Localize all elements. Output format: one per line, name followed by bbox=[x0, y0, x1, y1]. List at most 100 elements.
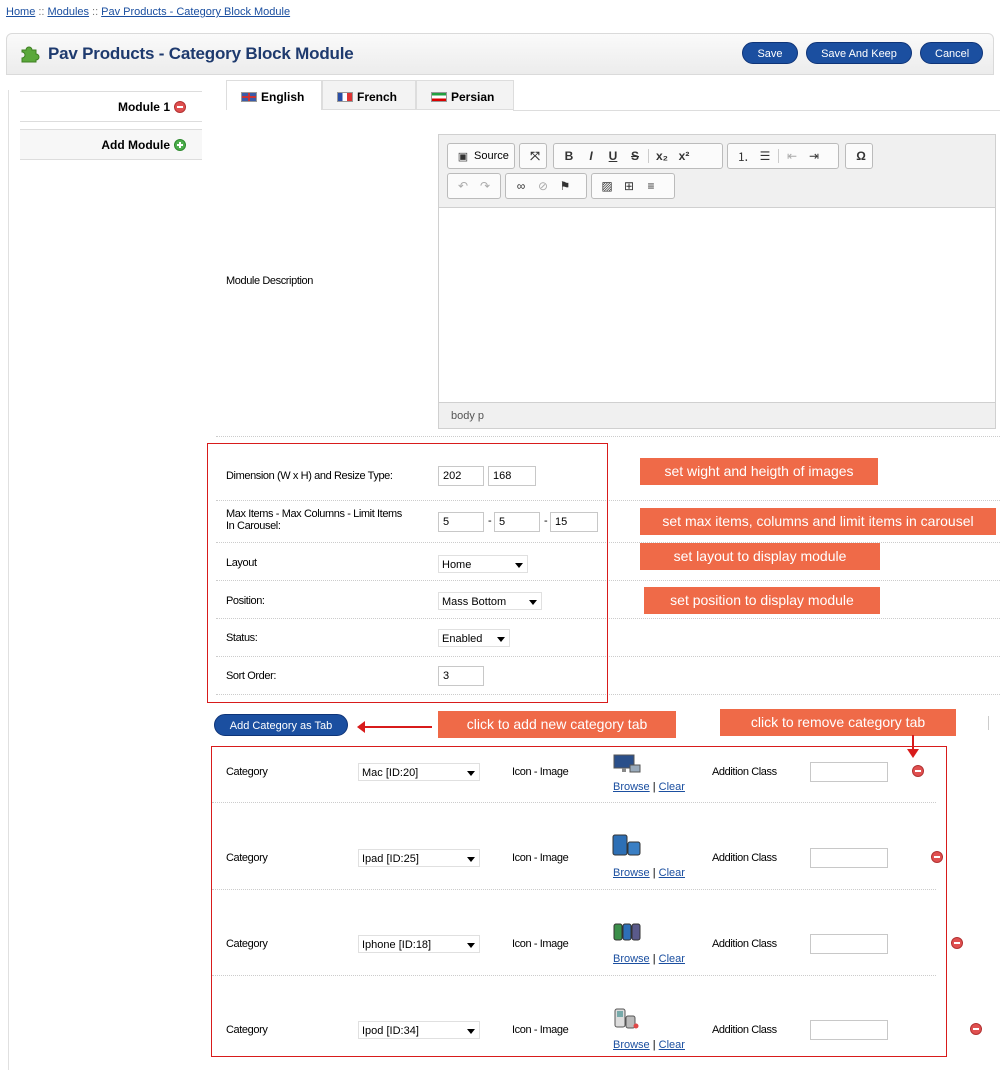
horizontal-rule-icon[interactable]: ≡ bbox=[640, 179, 662, 193]
divider bbox=[212, 889, 936, 890]
tab-divider bbox=[513, 110, 1000, 111]
maximize-button[interactable]: ⤧ bbox=[519, 143, 547, 169]
rich-text-editor[interactable]: ▣ Source ⤧ B I U S x₂ x² ⒈ ☰ ⇤ ⇥ Ω ↶ ↷ ∞ … bbox=[438, 134, 996, 429]
select-value: Ipod [ID:34] bbox=[362, 1025, 419, 1037]
select-value: Ipad [ID:25] bbox=[362, 853, 419, 865]
addition-class-input[interactable] bbox=[810, 762, 888, 782]
category-select[interactable]: Ipad [ID:25] bbox=[358, 849, 480, 867]
anchor-flag-icon[interactable]: ⚑ bbox=[554, 179, 576, 193]
iran-flag-icon bbox=[431, 92, 447, 102]
cancel-button[interactable]: Cancel bbox=[920, 42, 983, 64]
breadcrumb-current[interactable]: Pav Products - Category Block Module bbox=[101, 6, 290, 18]
separator: | bbox=[652, 1039, 656, 1051]
maximize-icon: ⤧ bbox=[530, 148, 540, 163]
addition-class-input[interactable] bbox=[810, 1020, 888, 1040]
france-flag-icon bbox=[337, 92, 353, 102]
divider bbox=[212, 802, 936, 803]
tab-french[interactable]: French bbox=[322, 80, 416, 110]
editor-status-bar: body p bbox=[439, 402, 995, 428]
callout-position: set position to display module bbox=[644, 587, 880, 614]
browse-link[interactable]: Browse bbox=[613, 781, 650, 793]
underline-icon[interactable]: U bbox=[602, 149, 624, 163]
clear-link[interactable]: Clear bbox=[659, 953, 685, 965]
image-links: Browse | Clear bbox=[613, 781, 685, 793]
clear-link[interactable]: Clear bbox=[659, 867, 685, 879]
strikethrough-icon[interactable]: S bbox=[624, 149, 646, 163]
redo-icon[interactable]: ↷ bbox=[474, 179, 496, 193]
image-icon[interactable]: ▨ bbox=[596, 179, 618, 193]
tab-label: Persian bbox=[451, 90, 495, 104]
divider bbox=[988, 716, 989, 730]
category-label: Category bbox=[226, 766, 268, 778]
numbered-list-icon[interactable]: ⒈ bbox=[732, 148, 754, 165]
list-group: ⒈ ☰ ⇤ ⇥ bbox=[727, 143, 839, 169]
separator: | bbox=[652, 953, 656, 965]
clear-link[interactable]: Clear bbox=[659, 781, 685, 793]
page-title: Pav Products - Category Block Module bbox=[48, 44, 354, 63]
link-icon[interactable]: ∞ bbox=[510, 179, 532, 193]
source-label: Source bbox=[474, 150, 509, 162]
outdent-icon[interactable]: ⇤ bbox=[781, 149, 803, 163]
unlink-icon[interactable]: ⊘ bbox=[532, 179, 554, 193]
separator: | bbox=[652, 781, 656, 793]
category-label: Category bbox=[226, 938, 268, 950]
select-value: Iphone [ID:18] bbox=[362, 939, 432, 951]
remove-icon[interactable] bbox=[174, 101, 186, 113]
category-label: Category bbox=[226, 1024, 268, 1036]
save-button[interactable]: Save bbox=[742, 42, 798, 64]
breadcrumb-modules[interactable]: Modules bbox=[47, 6, 89, 18]
browse-link[interactable]: Browse bbox=[613, 867, 650, 879]
sidebar-item-label: Module 1 bbox=[117, 100, 170, 114]
puzzle-icon bbox=[21, 46, 40, 63]
image-links: Browse | Clear bbox=[613, 867, 685, 879]
table-icon[interactable]: ⊞ bbox=[618, 179, 640, 193]
breadcrumb: Home:: Modules:: Pav Products - Category B… bbox=[6, 6, 290, 18]
addition-class-label: Addition Class bbox=[712, 1024, 777, 1036]
superscript-icon[interactable]: x² bbox=[673, 149, 695, 163]
separator bbox=[778, 149, 779, 163]
bold-icon[interactable]: B bbox=[558, 149, 580, 163]
breadcrumb-home[interactable]: Home bbox=[6, 6, 35, 18]
arrow-left-icon bbox=[357, 721, 432, 733]
bulleted-list-icon[interactable]: ☰ bbox=[754, 149, 776, 163]
tab-english[interactable]: English bbox=[226, 80, 322, 110]
format-group: B I U S x₂ x² bbox=[553, 143, 723, 169]
source-icon: ▣ bbox=[457, 150, 469, 163]
category-select[interactable]: Iphone [ID:18] bbox=[358, 935, 480, 953]
callout-dimension: set wight and heigth of images bbox=[640, 458, 878, 485]
tab-persian[interactable]: Persian bbox=[416, 80, 514, 110]
ipod-thumbnail-icon bbox=[614, 1008, 639, 1029]
addition-class-label: Addition Class bbox=[712, 938, 777, 950]
chevron-down-icon bbox=[467, 1029, 475, 1034]
tab-label: French bbox=[357, 90, 398, 104]
category-select[interactable]: Mac [ID:20] bbox=[358, 763, 480, 781]
sidebar-item-module-1[interactable]: Module 1 bbox=[20, 91, 202, 122]
italic-icon[interactable]: I bbox=[580, 149, 602, 163]
save-and-keep-button[interactable]: Save And Keep bbox=[806, 42, 912, 64]
link-group: ∞ ⊘ ⚑ bbox=[505, 173, 587, 199]
addition-class-input[interactable] bbox=[810, 934, 888, 954]
icon-image-label: Icon - Image bbox=[512, 852, 569, 864]
add-icon[interactable] bbox=[174, 139, 186, 151]
editor-toolbar: ▣ Source ⤧ B I U S x₂ x² ⒈ ☰ ⇤ ⇥ Ω ↶ ↷ ∞ … bbox=[439, 135, 995, 208]
subscript-icon[interactable]: x₂ bbox=[651, 149, 673, 163]
breadcrumb-sep: :: bbox=[38, 6, 45, 18]
browse-link[interactable]: Browse bbox=[613, 953, 650, 965]
divider bbox=[212, 975, 936, 976]
remove-category-icon[interactable] bbox=[970, 1023, 983, 1035]
browse-link[interactable]: Browse bbox=[613, 1039, 650, 1051]
add-category-tab-button[interactable]: Add Category as Tab bbox=[214, 714, 348, 736]
sidebar-item-add-module[interactable]: Add Module bbox=[20, 129, 202, 160]
clear-link[interactable]: Clear bbox=[659, 1039, 685, 1051]
undo-icon[interactable]: ↶ bbox=[452, 179, 474, 193]
category-select[interactable]: Ipod [ID:34] bbox=[358, 1021, 480, 1039]
remove-category-icon[interactable] bbox=[912, 765, 924, 777]
special-char-button[interactable]: Ω bbox=[845, 143, 873, 169]
source-button[interactable]: ▣ Source bbox=[447, 143, 515, 169]
indent-icon[interactable]: ⇥ bbox=[803, 149, 825, 163]
remove-category-icon[interactable] bbox=[950, 937, 963, 949]
addition-class-input[interactable] bbox=[810, 848, 888, 868]
module-description-label: Module Description bbox=[226, 275, 313, 287]
addition-class-label: Addition Class bbox=[712, 766, 777, 778]
icon-image-label: Icon - Image bbox=[512, 766, 569, 778]
